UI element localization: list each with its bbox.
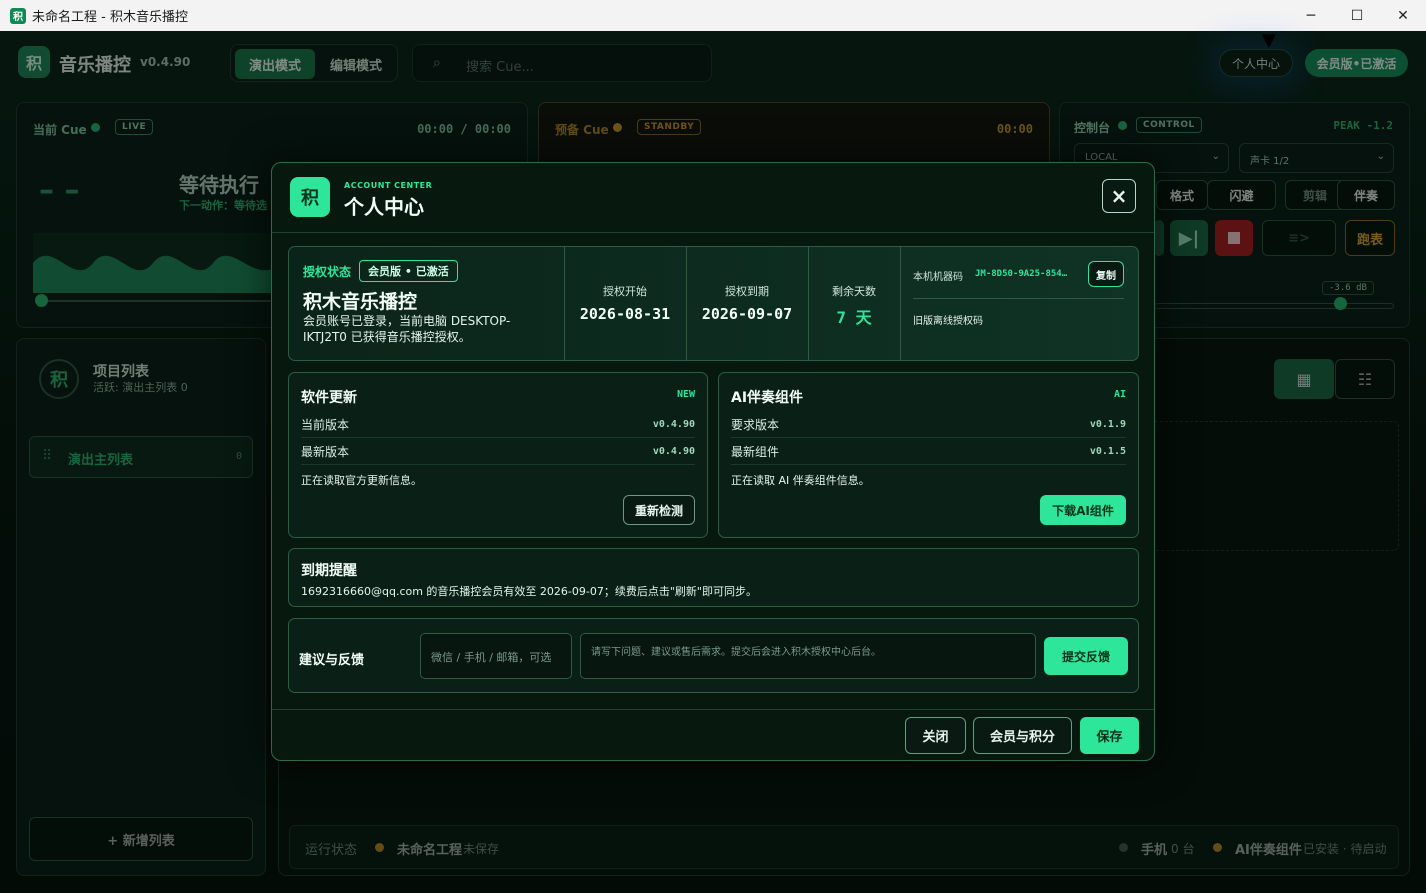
end-label: 授权到期 bbox=[725, 285, 769, 298]
row-value: v0.4.90 bbox=[652, 419, 695, 430]
days-left: 7 天 bbox=[836, 308, 872, 327]
window-titlebar: 积 未命名工程 - 积木音乐播控 ─ ☐ ✕ bbox=[0, 0, 1426, 31]
license-status-label: 授权状态 bbox=[303, 265, 352, 279]
download-ai-button[interactable]: 下载AI组件 bbox=[1040, 495, 1126, 525]
current-version-row: 当前版本 v0.4.90 bbox=[301, 412, 695, 438]
start-date: 2026-08-31 bbox=[579, 305, 671, 323]
copy-button[interactable]: 复制 bbox=[1088, 261, 1124, 287]
feedback-textarea[interactable]: 请写下问题、建议或售后需求。提交后会进入积木授权中心后台。 bbox=[580, 633, 1036, 679]
submit-feedback-button[interactable]: 提交反馈 bbox=[1044, 637, 1128, 675]
ai-note: 正在读取 AI 伴奏组件信息。 bbox=[731, 474, 870, 487]
row-value: v0.4.90 bbox=[652, 446, 695, 457]
product-name: 积木音乐播控 bbox=[303, 291, 418, 313]
feedback-card: 建议与反馈 微信 / 手机 / 邮箱，可选 请写下问题、建议或售后需求。提交后会… bbox=[288, 618, 1139, 693]
expiry-reminder-card: 到期提醒 1692316660@qq.com 的音乐播控会员有效至 2026-0… bbox=[288, 548, 1139, 607]
recheck-button[interactable]: 重新检测 bbox=[623, 495, 695, 525]
dialog-kicker: ACCOUNT CENTER bbox=[344, 181, 433, 190]
row-value: v0.1.9 bbox=[1089, 419, 1126, 430]
contact-field[interactable]: 微信 / 手机 / 邮箱，可选 bbox=[420, 633, 572, 679]
row-label: 最新组件 bbox=[731, 445, 780, 459]
latest-version-row: 最新版本 v0.4.90 bbox=[301, 439, 695, 465]
license-badge: 会员版 • 已激活 bbox=[359, 260, 458, 282]
ai-component-card: AI伴奏组件 AI 要求版本 v0.1.9 最新组件 v0.1.5 正在读取 AI … bbox=[718, 372, 1139, 538]
row-value: v0.1.5 bbox=[1089, 446, 1126, 457]
footer-divider bbox=[272, 709, 1154, 710]
minimize-icon[interactable]: ─ bbox=[1288, 0, 1334, 31]
dialog-close-icon[interactable]: × bbox=[1102, 179, 1136, 213]
close-window-icon[interactable]: ✕ bbox=[1380, 0, 1426, 31]
software-update-card: 软件更新 NEW 当前版本 v0.4.90 最新版本 v0.4.90 正在读取官方更… bbox=[288, 372, 708, 538]
app-icon: 积 bbox=[10, 7, 26, 24]
dialog-title: 个人中心 bbox=[344, 195, 424, 219]
license-card: 授权状态 会员版 • 已激活 积木音乐播控 会员账号已登录，当前电脑 DESKT… bbox=[288, 246, 1139, 361]
member-points-button[interactable]: 会员与积分 bbox=[973, 717, 1072, 754]
contact-placeholder: 微信 / 手机 / 邮箱，可选 bbox=[431, 651, 552, 664]
account-center-dialog: 积 ACCOUNT CENTER 个人中心 × 授权状态 会员版 • 已激活 积… bbox=[271, 162, 1155, 761]
divider bbox=[900, 247, 901, 360]
end-date: 2026-09-07 bbox=[701, 305, 793, 323]
license-desc: 会员账号已登录，当前电脑 DESKTOP-IKTJ2T0 已获得音乐播控授权。 bbox=[303, 314, 511, 344]
row-label: 当前版本 bbox=[301, 418, 350, 432]
window-title: 未命名工程 - 积木音乐播控 bbox=[32, 10, 188, 25]
ai-badge: AI bbox=[1113, 389, 1126, 400]
expiry-title: 到期提醒 bbox=[301, 563, 357, 579]
row-label: 要求版本 bbox=[731, 418, 780, 432]
row-label: 最新版本 bbox=[301, 445, 350, 459]
legacy-license-link[interactable]: 旧版离线授权码 bbox=[913, 312, 983, 327]
required-version-row: 要求版本 v0.1.9 bbox=[731, 412, 1126, 438]
dialog-header: 积 ACCOUNT CENTER 个人中心 × bbox=[272, 163, 1154, 233]
pointer-cursor-icon: ▼ bbox=[1262, 30, 1276, 51]
feedback-label: 建议与反馈 bbox=[299, 653, 365, 668]
feedback-placeholder: 请写下问题、建议或售后需求。提交后会进入积木授权中心后台。 bbox=[591, 647, 881, 658]
expiry-text: 1692316660@qq.com 的音乐播控会员有效至 2026-09-07；… bbox=[301, 585, 757, 598]
divider bbox=[686, 247, 687, 360]
dialog-logo: 积 bbox=[290, 177, 330, 217]
close-button[interactable]: 关闭 bbox=[905, 717, 966, 754]
start-label: 授权开始 bbox=[603, 285, 647, 298]
maximize-icon[interactable]: ☐ bbox=[1334, 0, 1380, 31]
latest-component-row: 最新组件 v0.1.5 bbox=[731, 439, 1126, 465]
divider bbox=[913, 298, 1124, 299]
machine-code: JM-8D50-9A25-854… bbox=[975, 269, 1068, 279]
divider bbox=[564, 247, 565, 360]
days-label: 剩余天数 bbox=[832, 285, 876, 298]
update-title: 软件更新 bbox=[301, 390, 357, 406]
machine-label: 本机机器码 bbox=[913, 272, 963, 283]
ai-title: AI伴奏组件 bbox=[731, 390, 804, 406]
update-badge: NEW bbox=[676, 389, 695, 400]
save-button[interactable]: 保存 bbox=[1080, 717, 1139, 754]
update-note: 正在读取官方更新信息。 bbox=[301, 474, 422, 487]
